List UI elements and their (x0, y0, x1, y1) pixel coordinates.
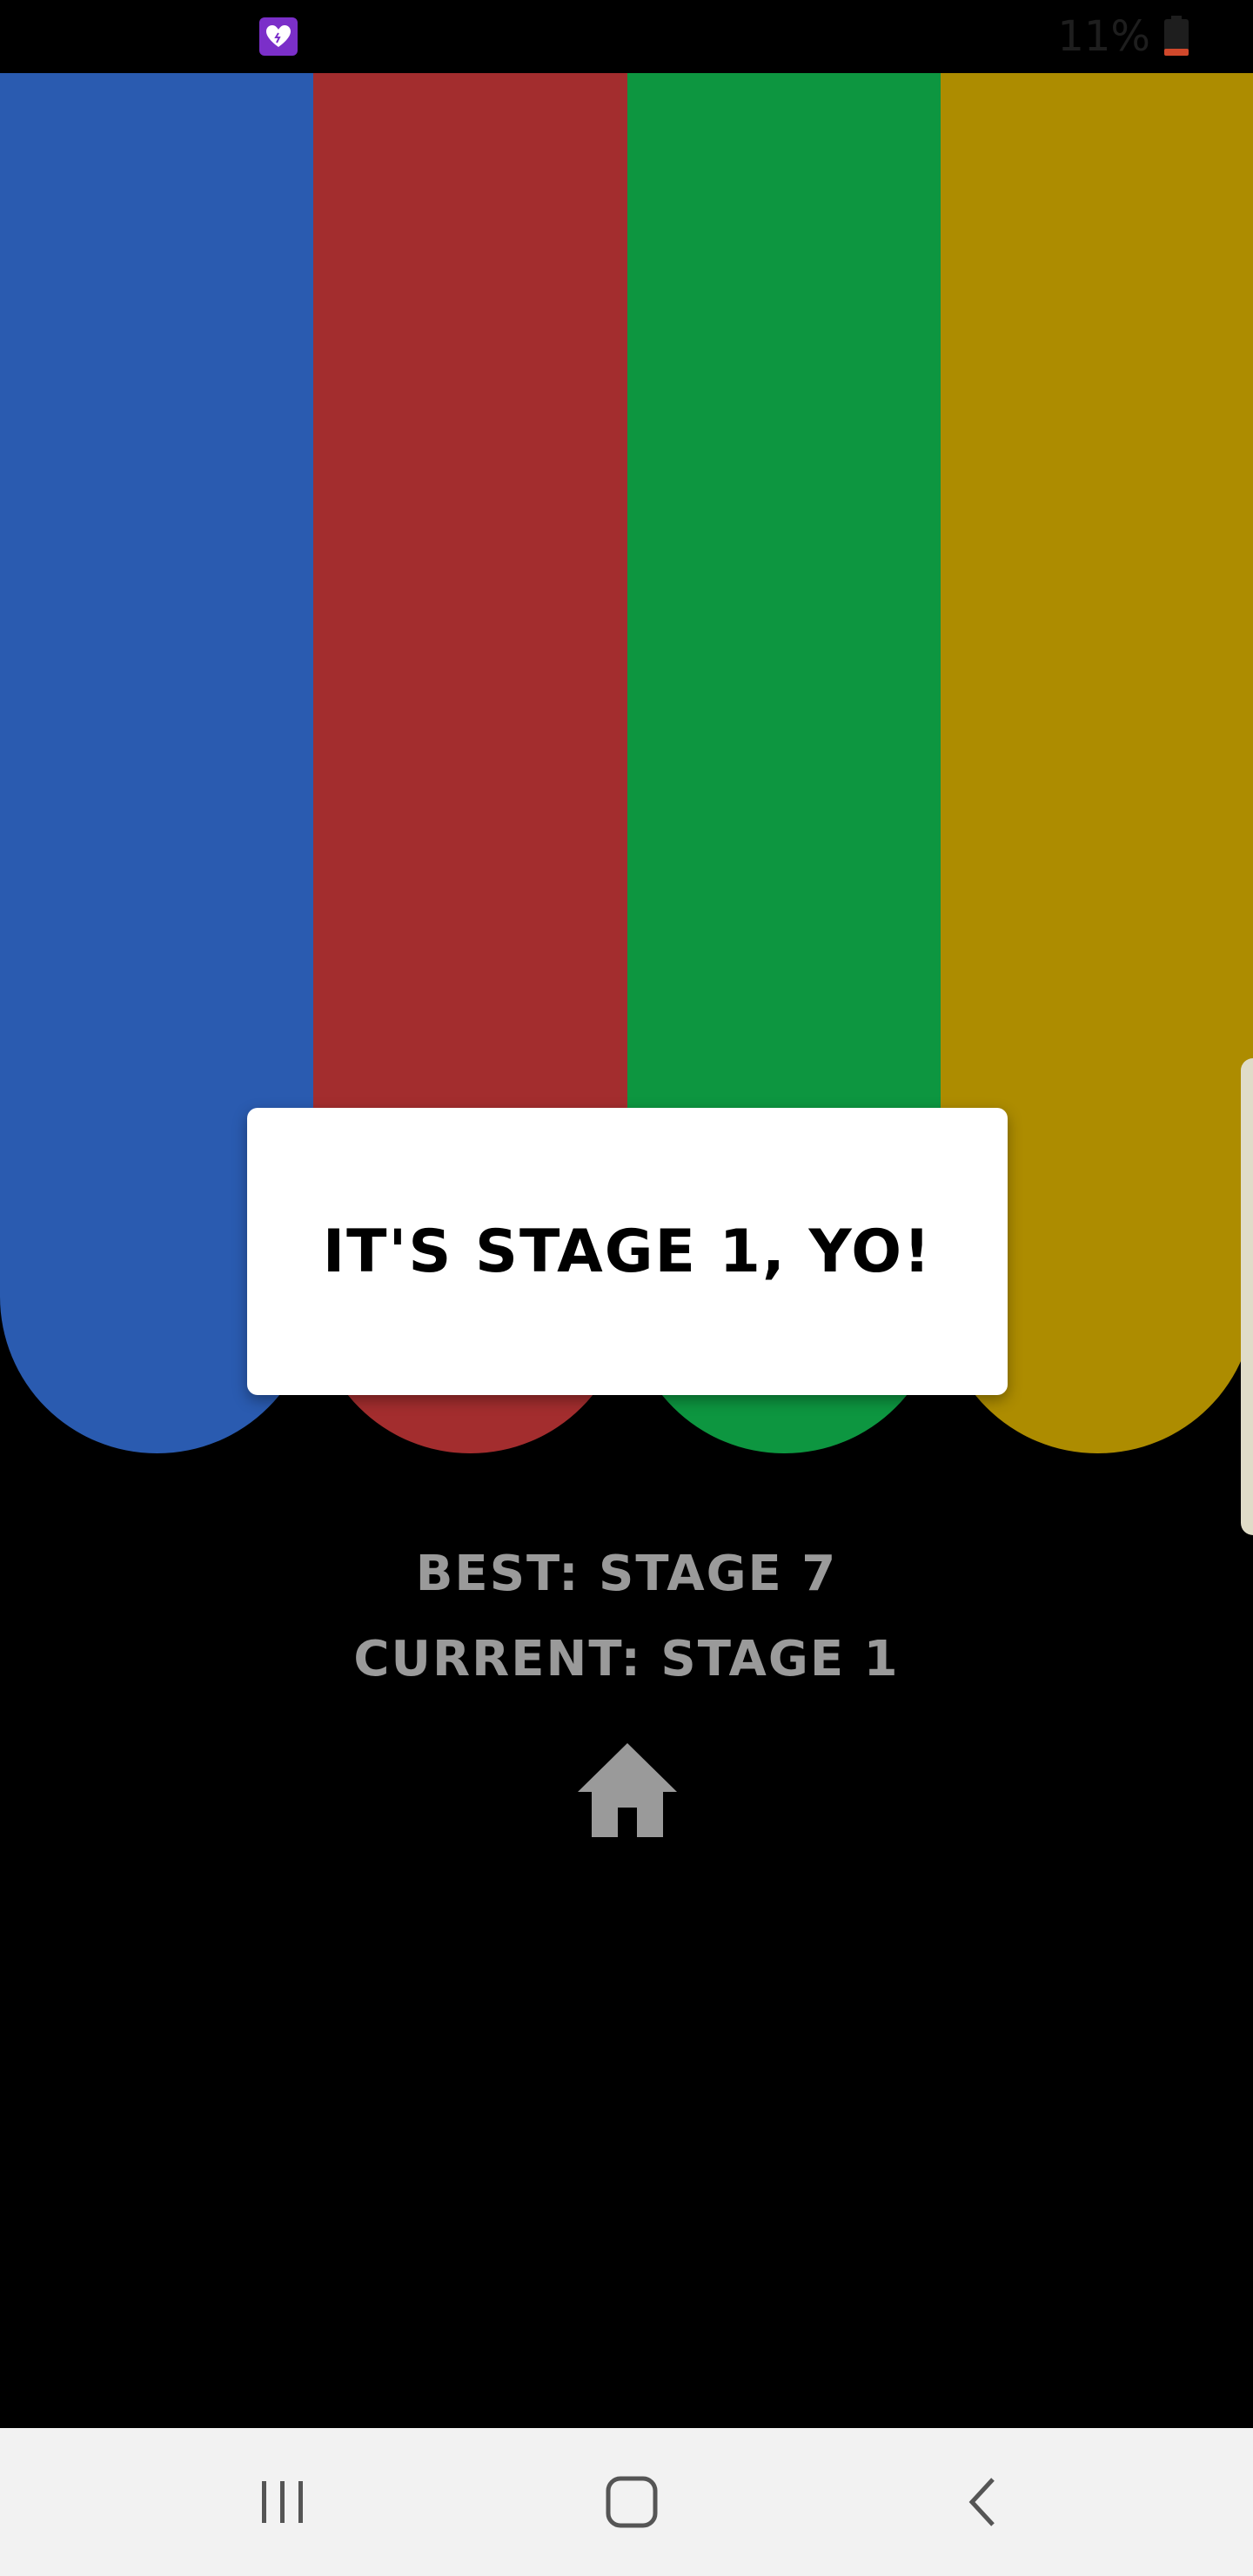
back-chevron-icon (968, 2478, 995, 2526)
stage-dialog: IT'S STAGE 1, YO! (247, 1108, 1008, 1395)
edge-panel-handle[interactable] (1241, 1058, 1253, 1535)
status-bar: 11% (0, 0, 1253, 73)
current-score: CURRENT: STAGE 1 (353, 1631, 900, 1687)
home-icon (578, 1743, 677, 1837)
heart-app-icon (259, 17, 298, 56)
battery-percentage: 11% (1057, 12, 1150, 61)
back-button[interactable] (935, 2454, 1030, 2550)
best-score: BEST: STAGE 7 (415, 1546, 838, 1602)
battery-low-icon (1164, 16, 1189, 56)
recents-button[interactable] (235, 2454, 331, 2550)
nav-home-button[interactable] (584, 2454, 680, 2550)
navigation-bar (0, 2428, 1253, 2576)
home-button[interactable] (578, 1741, 677, 1840)
recents-icon (262, 2481, 303, 2523)
stage-dialog-message: IT'S STAGE 1, YO! (322, 1217, 933, 1286)
home-square-icon (606, 2476, 658, 2528)
